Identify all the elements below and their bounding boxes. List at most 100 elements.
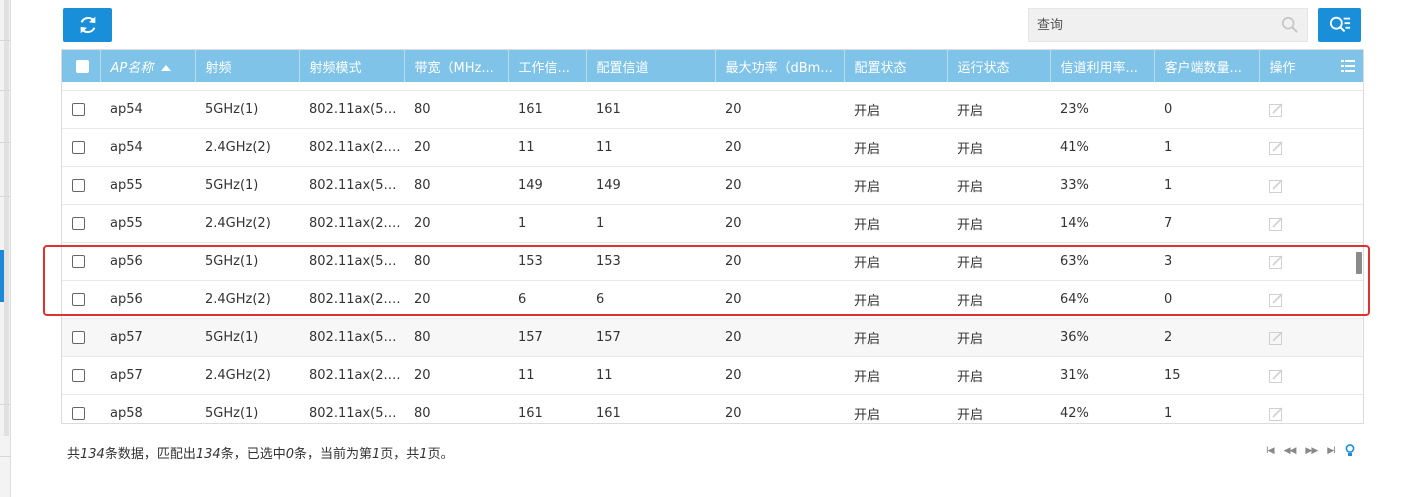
table-cell: 开启: [947, 394, 1050, 423]
search-input[interactable]: [1029, 8, 1273, 42]
table-cell: 80: [404, 318, 508, 357]
table-cell: 42%: [1050, 394, 1154, 423]
last-page-icon[interactable]: ▶I: [1327, 446, 1336, 456]
table-row[interactable]: ap54 5GHz(1) 802.11ax(5G... 80 161 161 20 开启 开启 2…: [62, 90, 1363, 129]
header-config-channel[interactable]: 配置信道: [586, 50, 716, 82]
table-cell: 1: [1154, 128, 1259, 167]
table-cell: 157: [508, 318, 586, 357]
row-checkbox[interactable]: [72, 293, 85, 306]
first-page-icon[interactable]: I◀: [1266, 446, 1275, 456]
edit-icon[interactable]: [1269, 406, 1283, 421]
table-row[interactable]: ap55 2.4GHz(2) 802.11ax(2.4... 20 1 1 20 开启 开启 14…: [62, 204, 1363, 243]
pager: I◀ ◀◀ ▶▶ ▶I: [1266, 444, 1355, 457]
table-cell: 20: [715, 128, 844, 167]
edit-icon[interactable]: [1269, 368, 1283, 383]
sort-ascending-icon: [161, 65, 172, 71]
table-cell: 开启: [844, 128, 947, 167]
left-panel-edge: [0, 0, 11, 497]
advanced-search-icon: [1329, 16, 1350, 33]
table-row[interactable]: ap54 2.4GHz(2) 802.11ax(2.4... 20 11 11 20 开启 开启…: [62, 128, 1363, 167]
table-cell: 80: [404, 90, 508, 129]
refresh-button[interactable]: [63, 8, 112, 42]
header-channel-utilization[interactable]: 信道利用率...: [1050, 50, 1155, 82]
table-cell: ap56: [100, 280, 195, 319]
left-divider: [0, 456, 10, 457]
table-cell: 161: [586, 90, 715, 129]
table-cell: 开启: [844, 318, 947, 357]
table-row[interactable]: ap56 5GHz(1) 802.11ax(5G... 80 153 153 20 开启 开启 6…: [62, 242, 1363, 281]
header-radio[interactable]: 射频: [195, 50, 300, 82]
table-cell: 开启: [844, 90, 947, 129]
header-radio-mode[interactable]: 射频模式: [299, 50, 405, 82]
table-cell: 开启: [844, 280, 947, 319]
table-cell: 20: [404, 356, 508, 395]
ap-radio-table: AP名称 射频 射频模式 带宽（MHz... 工作信... 配置信道 最大功率（…: [61, 49, 1364, 424]
lightbulb-icon[interactable]: [1345, 444, 1355, 457]
table-row[interactable]: ap58 5GHz(1) 802.11ax(5G... 80 161 161 20 开启 开启 4…: [62, 394, 1363, 423]
edit-icon[interactable]: [1269, 216, 1283, 231]
row-checkbox[interactable]: [72, 331, 85, 344]
row-select-cell: [62, 90, 100, 129]
left-scrollbar[interactable]: [4, 0, 9, 436]
header-client-count[interactable]: 客户端数量...: [1154, 50, 1260, 82]
summary-text: 条数据，匹配出: [104, 447, 196, 462]
header-run-status[interactable]: 运行状态: [947, 50, 1051, 82]
advanced-search-button[interactable]: [1318, 8, 1361, 42]
search-icon[interactable]: [1273, 16, 1307, 34]
header-ap-name[interactable]: AP名称: [100, 50, 196, 82]
header-max-power[interactable]: 最大功率（dBm...: [715, 50, 845, 82]
edit-icon[interactable]: [1269, 140, 1283, 155]
summary-text: 页，共: [380, 447, 420, 462]
table-cell: 1: [1154, 394, 1259, 423]
table-cell: 5GHz(1): [195, 242, 299, 281]
table-cell: 33%: [1050, 166, 1154, 205]
row-checkbox[interactable]: [72, 369, 85, 382]
row-actions-cell: [1259, 280, 1363, 319]
prev-page-icon[interactable]: ◀◀: [1284, 446, 1297, 456]
row-checkbox[interactable]: [72, 179, 85, 192]
table-cell: 157: [586, 318, 715, 357]
table-cell: 开启: [844, 166, 947, 205]
header-bandwidth[interactable]: 带宽（MHz...: [404, 50, 509, 82]
table-cell: 开启: [947, 242, 1050, 281]
row-checkbox[interactable]: [72, 407, 85, 420]
header-config-status[interactable]: 配置状态: [844, 50, 948, 82]
table-cell: 2.4GHz(2): [195, 356, 299, 395]
table-cell: ap54: [100, 128, 195, 167]
edit-icon[interactable]: [1269, 102, 1283, 117]
row-select-cell: [62, 166, 100, 205]
row-actions-cell: [1259, 242, 1363, 281]
table-scrollbar-thumb[interactable]: [1356, 252, 1362, 274]
row-checkbox[interactable]: [72, 255, 85, 268]
table-cell: 23%: [1050, 90, 1154, 129]
table-row[interactable]: ap57 2.4GHz(2) 802.11ax(2.4... 20 11 11 20 开启 开启…: [62, 356, 1363, 395]
table-row[interactable]: ap57 5GHz(1) 802.11ax(5G... 80 157 157 20 开启 开启 3…: [62, 318, 1363, 357]
row-checkbox[interactable]: [72, 217, 85, 230]
table-cell: ap55: [100, 204, 195, 243]
column-menu-icon[interactable]: [1341, 60, 1355, 76]
select-all-checkbox[interactable]: [76, 59, 89, 73]
table-cell: 149: [508, 166, 586, 205]
selected-count: 0: [285, 447, 294, 462]
row-select-cell: [62, 280, 100, 319]
row-checkbox[interactable]: [72, 103, 85, 116]
next-page-icon[interactable]: ▶▶: [1305, 446, 1318, 456]
header-working-channel[interactable]: 工作信...: [508, 50, 587, 82]
edit-icon[interactable]: [1269, 254, 1283, 269]
table-cell: 14%: [1050, 204, 1154, 243]
table-cell: ap56: [100, 242, 195, 281]
edit-icon[interactable]: [1269, 292, 1283, 307]
table-cell: 0: [1154, 90, 1259, 129]
table-row[interactable]: ap55 5GHz(1) 802.11ax(5G... 80 149 149 20 开启 开启 3…: [62, 166, 1363, 205]
table-cell: 802.11ax(2.4...: [299, 128, 404, 167]
table-cell: ap55: [100, 166, 195, 205]
table-cell: 开启: [947, 128, 1050, 167]
edit-icon[interactable]: [1269, 178, 1283, 193]
row-checkbox[interactable]: [72, 141, 85, 154]
search-box: [1028, 8, 1308, 42]
edit-icon[interactable]: [1269, 330, 1283, 345]
table-row[interactable]: ap56 2.4GHz(2) 802.11ax(2.4... 20 6 6 20 开启 开启 64…: [62, 280, 1363, 319]
table-cell: 802.11ax(5G...: [299, 242, 404, 281]
table-cell: 802.11ax(2.4...: [299, 204, 404, 243]
matched-count: 134: [195, 447, 221, 462]
